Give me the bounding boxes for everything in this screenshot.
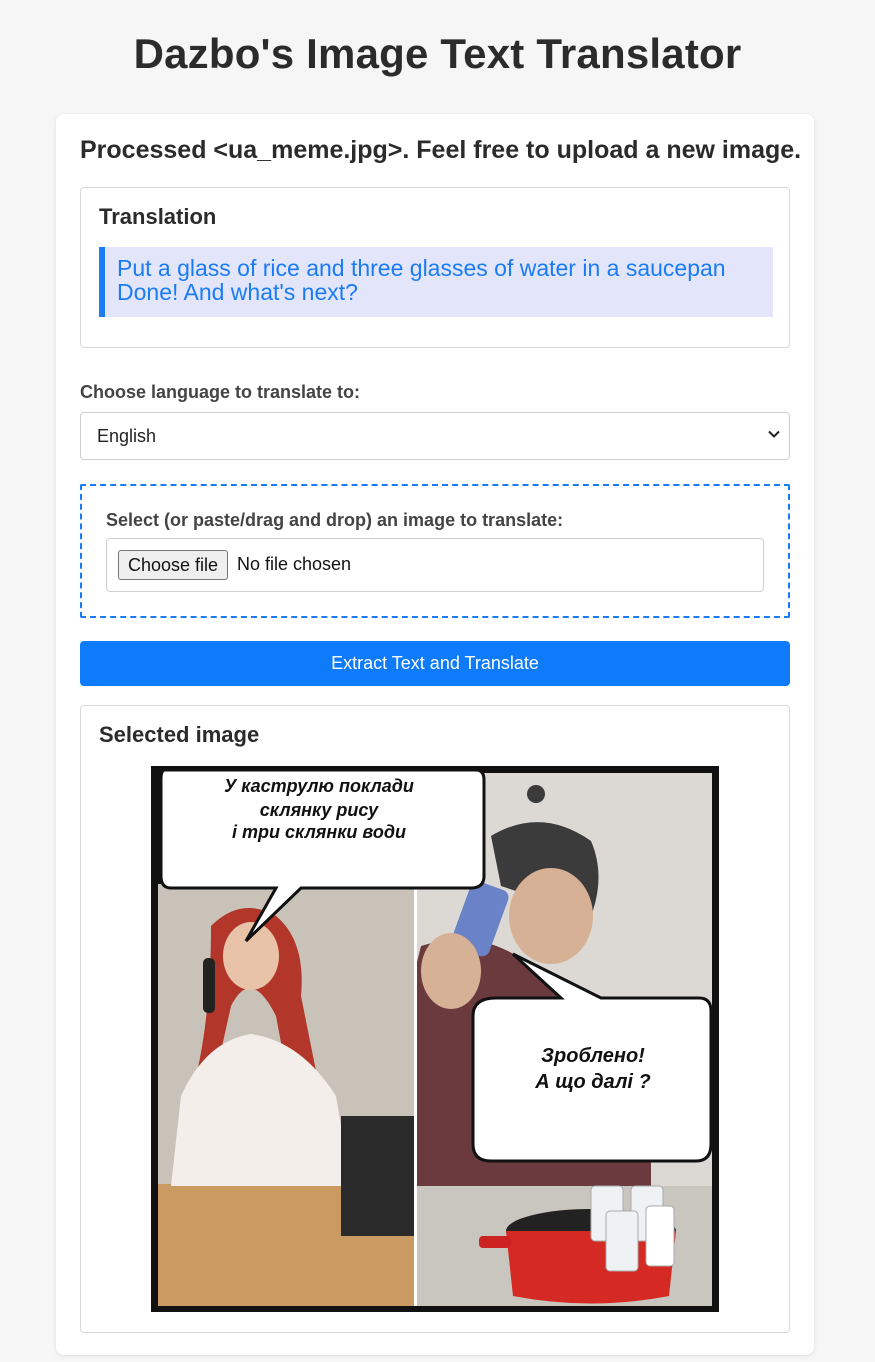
translation-heading: Translation — [99, 204, 217, 229]
meme-image: У каструлю поклади склянку рису і три ск… — [151, 766, 719, 1312]
app-title: Dazbo's Image Text Translator — [133, 30, 742, 77]
meme-bubble-text: А що далі ? — [534, 1071, 650, 1093]
upload-label: Select (or paste/drag and drop) an image… — [106, 510, 564, 530]
chevron-down-icon — [768, 430, 780, 438]
image-drop-zone[interactable]: Select (or paste/drag and drop) an image… — [80, 484, 790, 618]
translation-line: Done! And what's next? — [117, 279, 358, 305]
meme-bubble-text: і три склянки води — [232, 822, 406, 842]
translation-result: Put a glass of rice and three glasses of… — [99, 247, 773, 317]
status-message: Processed <ua_meme.jpg>. Feel free to up… — [80, 136, 802, 164]
main-card: Processed <ua_meme.jpg>. Feel free to up… — [56, 114, 814, 1355]
language-label: Choose language to translate to: — [80, 382, 361, 402]
choose-file-button[interactable]: Choose file — [118, 550, 229, 580]
meme-bubble-text: Зроблено! — [541, 1045, 645, 1067]
file-status: No file chosen — [237, 554, 352, 574]
meme-bubble-text: склянку рису — [260, 800, 379, 820]
translation-panel: Translation Put a glass of rice and thre… — [80, 187, 790, 348]
language-select[interactable]: English — [80, 412, 790, 460]
language-selected-value: English — [97, 426, 157, 446]
meme-bubble-text: У каструлю поклади — [224, 776, 414, 796]
extract-translate-button[interactable]: Extract Text and Translate — [80, 641, 790, 686]
selected-image-heading: Selected image — [99, 722, 260, 747]
translation-line: Put a glass of rice and three glasses of… — [117, 255, 726, 281]
selected-image-panel: Selected image У каструлю поклади склянк… — [80, 705, 790, 1333]
file-input[interactable]: Choose file No file chosen — [106, 538, 764, 592]
